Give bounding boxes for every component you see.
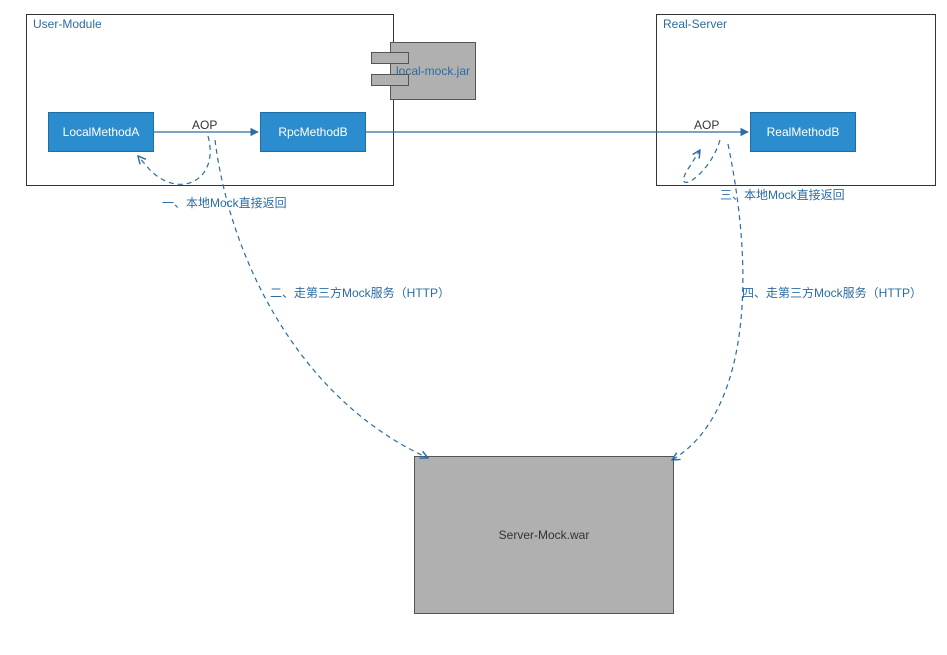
real-server-box: Real-Server xyxy=(656,14,936,186)
component-bar-top xyxy=(371,52,409,64)
component-bar-bottom xyxy=(371,74,409,86)
rpc-method-b-box: RpcMethodB xyxy=(260,112,366,152)
user-module-box: User-Module xyxy=(26,14,394,186)
note-2-label: 二、走第三方Mock服务（HTTP） xyxy=(270,284,450,301)
aop-label-2: AOP xyxy=(694,118,719,132)
note-4-label: 四、走第三方Mock服务（HTTP） xyxy=(742,284,922,301)
server-mock-war-label: Server-Mock.war xyxy=(499,528,590,542)
note-3-label: 三、本地Mock直接返回 xyxy=(720,186,845,203)
local-mock-jar-box: local-mock.jar xyxy=(390,42,476,100)
real-method-b-label: RealMethodB xyxy=(767,125,840,139)
aop-label-1: AOP xyxy=(192,118,217,132)
local-method-a-label: LocalMethodA xyxy=(63,125,140,139)
real-server-title: Real-Server xyxy=(663,17,727,31)
server-mock-war-box: Server-Mock.war xyxy=(414,456,674,614)
real-method-b-box: RealMethodB xyxy=(750,112,856,152)
user-module-title: User-Module xyxy=(33,17,102,31)
diagram-canvas: User-Module Real-Server local-mock.jar L… xyxy=(0,0,947,655)
local-method-a-box: LocalMethodA xyxy=(48,112,154,152)
rpc-method-b-label: RpcMethodB xyxy=(278,125,347,139)
note-1-label: 一、本地Mock直接返回 xyxy=(162,194,287,211)
